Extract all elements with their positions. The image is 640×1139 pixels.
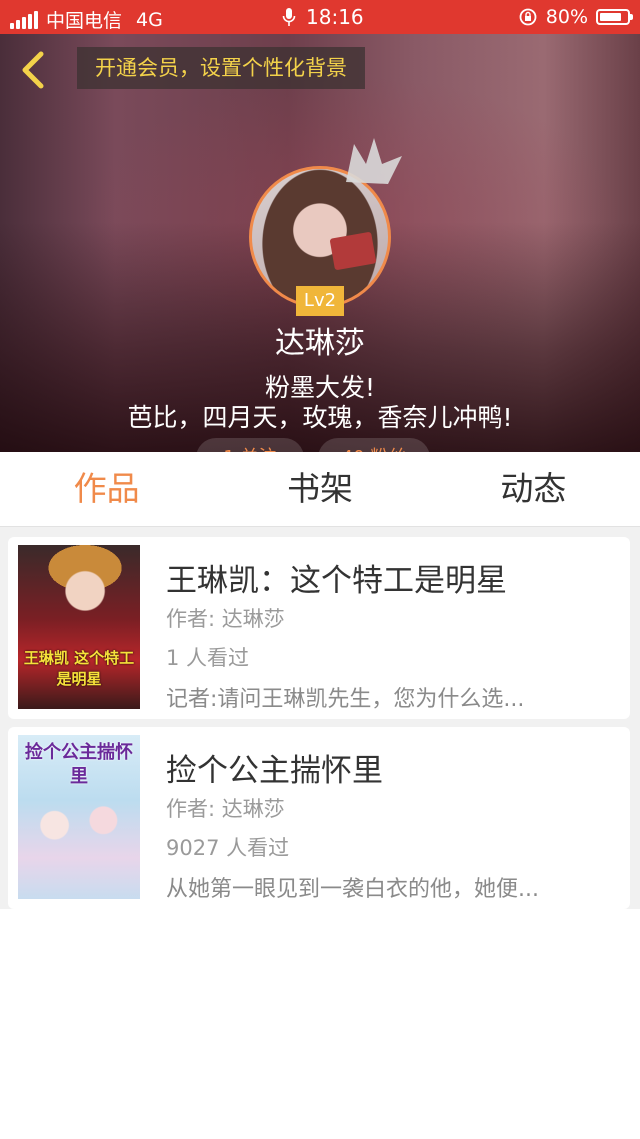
status-right: 80% bbox=[518, 6, 633, 28]
book-author: 作者: 达琳莎 bbox=[166, 797, 285, 821]
rotation-lock-icon bbox=[519, 8, 537, 26]
tab-bookshelf[interactable]: 书架 bbox=[213, 452, 426, 526]
cover-title: 王琳凯 这个特工是明星 bbox=[23, 649, 135, 688]
book-description: 记者:请问王琳凯先生，您为什么选... bbox=[166, 687, 525, 712]
list-item[interactable]: 捡个公主揣怀里 捡个公主揣怀里 作者: 达琳莎 9027 人看过 从她第一眼见到… bbox=[8, 727, 630, 909]
battery-fill bbox=[600, 13, 621, 21]
network-label: 4G bbox=[136, 8, 163, 31]
book-author: 作者: 达琳莎 bbox=[166, 607, 285, 631]
profile-header: 开通会员，设置个性化背景 Lv2 达琳莎 粉墨大发! 芭比，四月天，玫瑰，香奈儿… bbox=[0, 34, 640, 452]
status-left: 中国电信 4G bbox=[10, 6, 163, 33]
book-cover: 王琳凯 这个特工是明星 bbox=[18, 545, 140, 709]
profile-tabs: 作品 书架 动态 bbox=[0, 452, 640, 527]
book-description: 从她第一眼见到一袭白衣的他，她便... bbox=[166, 877, 539, 902]
clock: 18:16 bbox=[306, 5, 364, 29]
book-title: 王琳凯：这个特工是明星 bbox=[166, 563, 507, 599]
tab-works[interactable]: 作品 bbox=[0, 452, 213, 526]
battery-percent: 80% bbox=[545, 6, 588, 28]
back-arrow-icon[interactable] bbox=[14, 48, 54, 92]
carrier-label: 中国电信 bbox=[46, 10, 123, 32]
microphone-icon bbox=[282, 8, 296, 26]
vip-background-banner[interactable]: 开通会员，设置个性化背景 bbox=[77, 47, 365, 89]
book-views: 9027 人看过 bbox=[166, 836, 290, 860]
book-views: 1 人看过 bbox=[166, 646, 250, 670]
tab-activity[interactable]: 动态 bbox=[427, 452, 640, 526]
book-cover: 捡个公主揣怀里 bbox=[18, 735, 140, 899]
user-name: 达琳莎 bbox=[275, 326, 365, 361]
book-title: 捡个公主揣怀里 bbox=[166, 753, 383, 789]
crown-icon bbox=[346, 138, 402, 184]
status-bar: 中国电信 4G 18:16 80% bbox=[0, 0, 640, 34]
level-badge: Lv2 bbox=[296, 286, 344, 316]
status-center: 18:16 bbox=[282, 5, 364, 29]
list-item[interactable]: 王琳凯 这个特工是明星 王琳凯：这个特工是明星 作者: 达琳莎 1 人看过 记者… bbox=[8, 537, 630, 719]
followers-count[interactable]: 40 粉丝 bbox=[318, 438, 430, 452]
works-list: 王琳凯 这个特工是明星 王琳凯：这个特工是明星 作者: 达琳莎 1 人看过 记者… bbox=[0, 527, 640, 909]
battery-icon bbox=[596, 9, 633, 25]
cover-title: 捡个公主揣怀里 bbox=[25, 742, 133, 787]
following-count[interactable]: 1 关注 bbox=[196, 438, 304, 452]
signal-icon bbox=[10, 10, 38, 29]
bio-line-2: 芭比，四月天，玫瑰，香奈儿冲鸭! bbox=[127, 403, 513, 432]
